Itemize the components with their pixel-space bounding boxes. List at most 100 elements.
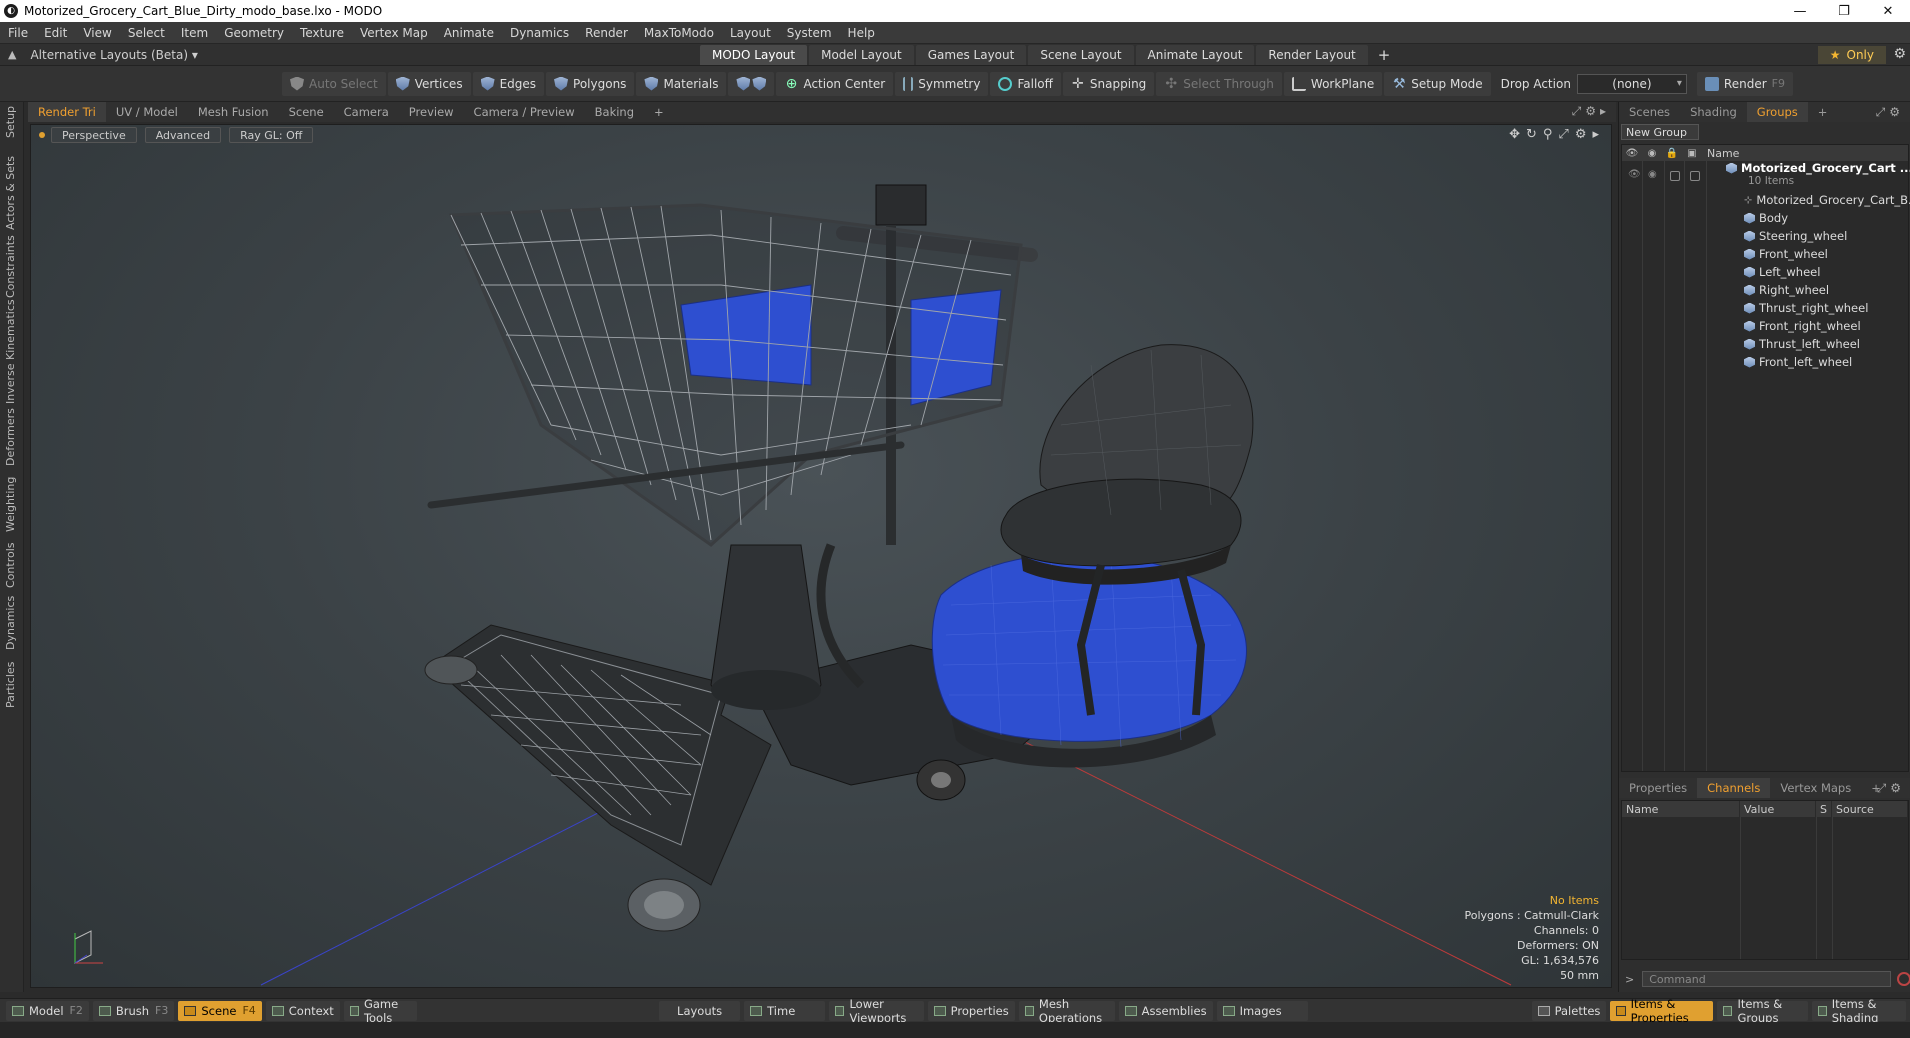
tab-channels[interactable]: Channels <box>1697 778 1771 798</box>
brush-mode-button[interactable]: Brush F3 <box>92 1000 175 1021</box>
name-column-header[interactable]: Name <box>1707 147 1739 160</box>
group-row-locator[interactable]: ⊹ Motorized_Grocery_Cart_B... <box>1622 191 1910 209</box>
add-panel-tab-button[interactable]: + <box>1808 102 1838 122</box>
group-row-front-wheel[interactable]: Front_wheel <box>1622 245 1908 263</box>
group-row-steering-wheel[interactable]: Steering_wheel <box>1622 227 1908 245</box>
scene-mode-button[interactable]: Scene F4 <box>178 1000 262 1021</box>
group-row-right-wheel[interactable]: Right_wheel <box>1622 281 1908 299</box>
vtab-setup[interactable]: Setup <box>4 106 17 138</box>
tab-modo-layout[interactable]: MODO Layout <box>700 44 808 65</box>
time-button[interactable]: Time <box>744 1000 826 1021</box>
snapping-button[interactable]: ✛ Snapping <box>1062 71 1155 96</box>
channels-s-header[interactable]: S <box>1816 801 1832 817</box>
add-layout-button[interactable]: + <box>1370 46 1399 64</box>
vtab-weighting[interactable]: Weighting <box>4 477 17 532</box>
tab-scene[interactable]: Scene <box>279 102 334 122</box>
polygons-button[interactable]: Polygons <box>546 71 635 96</box>
tab-vertex-maps[interactable]: Vertex Maps <box>1770 778 1861 798</box>
items-properties-button[interactable]: Items & Properties <box>1610 997 1714 1025</box>
props-panel-controls[interactable]: ⤢⚙ <box>1877 781 1905 796</box>
tab-baking[interactable]: Baking <box>585 102 644 122</box>
menu-maxtomodo[interactable]: MaxToModo <box>636 26 722 40</box>
group-row-thrust-left-wheel[interactable]: Thrust_left_wheel <box>1622 335 1908 353</box>
group-row-root[interactable]: 👁 ◉ Motorized_Grocery_Cart ... 10 Items <box>1622 161 1910 191</box>
view-type-button[interactable]: Perspective <box>51 127 137 143</box>
group-row-thrust-right-wheel[interactable]: Thrust_right_wheel <box>1622 299 1908 317</box>
tab-games-layout[interactable]: Games Layout <box>915 44 1027 65</box>
lock-column-icon[interactable]: 🔒 <box>1662 148 1682 159</box>
shading-mode-button[interactable]: Advanced <box>144 127 222 143</box>
menu-dynamics[interactable]: Dynamics <box>502 26 577 40</box>
lock-checkbox[interactable] <box>1670 171 1680 181</box>
viewport-panel-controls[interactable]: ⤢⚙▸ <box>1572 104 1610 119</box>
properties-button[interactable]: Properties <box>927 1000 1015 1021</box>
alternative-layouts[interactable]: ▲ Alternative Layouts (Beta) ▾ <box>0 48 700 62</box>
close-button[interactable]: ✕ <box>1866 0 1910 22</box>
tab-groups[interactable]: Groups <box>1746 102 1808 122</box>
render-button[interactable]: Render F9 <box>1696 71 1793 96</box>
menu-layout[interactable]: Layout <box>722 26 779 40</box>
vertices-button[interactable]: Vertices <box>387 71 471 96</box>
item-mode-button[interactable] <box>728 71 775 96</box>
auto-select-button[interactable]: Auto Select <box>282 71 386 96</box>
menu-select[interactable]: Select <box>120 26 173 40</box>
layouts-button[interactable]: Layouts <box>659 1000 741 1021</box>
tab-model-layout[interactable]: Model Layout <box>809 44 914 65</box>
palettes-button[interactable]: Palettes <box>1531 1000 1607 1021</box>
3d-viewport[interactable]: Perspective Advanced Ray GL: Off ✥↻⚲⤢⚙▸ … <box>30 124 1612 988</box>
menu-animate[interactable]: Animate <box>436 26 502 40</box>
assemblies-button[interactable]: Assemblies <box>1118 1000 1213 1021</box>
menu-vertex-map[interactable]: Vertex Map <box>352 26 436 40</box>
vtab-actors-sets[interactable]: Actors & Sets <box>4 156 17 230</box>
workplane-button[interactable]: WorkPlane <box>1283 71 1383 96</box>
tab-preview[interactable]: Preview <box>399 102 464 122</box>
raygl-button[interactable]: Ray GL: Off <box>229 127 314 143</box>
mesh-operations-button[interactable]: Mesh Operations <box>1018 997 1115 1025</box>
minimize-button[interactable]: — <box>1778 0 1822 22</box>
add-viewport-tab-button[interactable]: + <box>644 102 674 122</box>
images-button[interactable]: Images <box>1216 1000 1308 1021</box>
menu-edit[interactable]: Edit <box>36 26 75 40</box>
game-tools-button[interactable]: Game Tools <box>343 997 418 1025</box>
menu-texture[interactable]: Texture <box>292 26 352 40</box>
items-groups-button[interactable]: Items & Groups <box>1717 997 1808 1025</box>
menu-file[interactable]: File <box>0 26 36 40</box>
menu-geometry[interactable]: Geometry <box>216 26 292 40</box>
vtab-controls[interactable]: Controls <box>4 543 17 589</box>
tab-render-tri[interactable]: Render Tri <box>28 102 106 122</box>
group-row-body[interactable]: Body <box>1622 209 1908 227</box>
edges-button[interactable]: Edges <box>472 71 545 96</box>
action-center-button[interactable]: ⊕ Action Center <box>776 71 894 96</box>
only-button[interactable]: ★ Only <box>1817 46 1886 64</box>
tab-properties[interactable]: Properties <box>1619 778 1697 798</box>
context-mode-button[interactable]: Context <box>265 1000 340 1021</box>
command-input[interactable]: Command <box>1642 971 1892 987</box>
select-checkbox[interactable] <box>1690 171 1700 181</box>
vtab-dynamics[interactable]: Dynamics <box>4 596 17 650</box>
tab-uv-model[interactable]: UV / Model <box>106 102 188 122</box>
eye-icon[interactable]: 👁 <box>1628 169 1641 180</box>
select-column-icon[interactable]: ▣ <box>1682 148 1702 159</box>
setup-mode-button[interactable]: ⚒ Setup Mode <box>1384 71 1491 96</box>
drop-action-select[interactable]: (none) <box>1576 73 1687 94</box>
model-mode-button[interactable]: Model F2 <box>6 1000 89 1021</box>
materials-button[interactable]: Materials <box>636 71 727 96</box>
eye-column-icon[interactable]: 👁 <box>1622 148 1642 159</box>
render-column-icon[interactable]: ◉ <box>1642 148 1662 159</box>
vtab-particles[interactable]: Particles <box>4 662 17 708</box>
channels-name-header[interactable]: Name <box>1622 801 1740 817</box>
channels-value-header[interactable]: Value <box>1740 801 1816 817</box>
group-row-left-wheel[interactable]: Left_wheel <box>1622 263 1908 281</box>
menu-system[interactable]: System <box>779 26 840 40</box>
menu-view[interactable]: View <box>75 26 119 40</box>
viewport-navigation-icons[interactable]: ✥↻⚲⤢⚙▸ <box>1509 127 1605 142</box>
group-row-front-right-wheel[interactable]: Front_right_wheel <box>1622 317 1908 335</box>
vtab-inverse-kinematics[interactable]: Inverse Kinematics <box>4 299 17 404</box>
tab-camera-preview[interactable]: Camera / Preview <box>464 102 585 122</box>
group-row-front-left-wheel[interactable]: Front_left_wheel <box>1622 353 1908 371</box>
menu-help[interactable]: Help <box>840 26 883 40</box>
gear-icon[interactable]: ⚙ <box>1893 46 1906 62</box>
vtab-constraints[interactable]: Constraints <box>4 235 17 298</box>
lower-viewports-button[interactable]: Lower Viewports <box>829 997 924 1025</box>
render-toggle-icon[interactable]: ◉ <box>1648 169 1657 180</box>
